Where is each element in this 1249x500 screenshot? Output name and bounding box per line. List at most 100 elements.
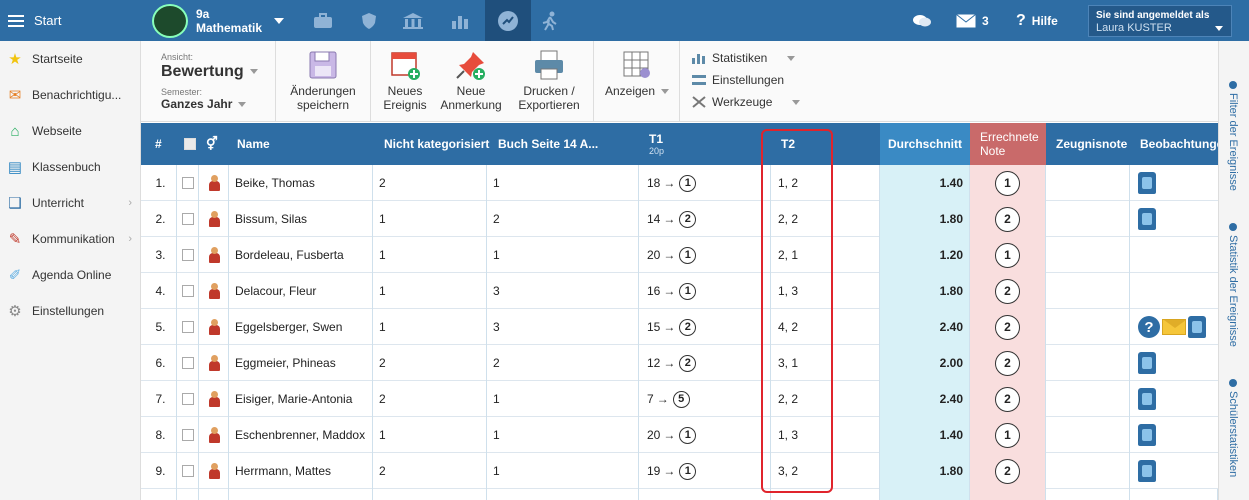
observation-icon[interactable] — [1138, 424, 1156, 446]
sidebar-item-startseite[interactable]: ★ Startseite — [0, 41, 140, 77]
grade-book-page[interactable]: 1 — [493, 248, 500, 262]
grade-book-page[interactable]: 3 — [493, 284, 500, 298]
view-dropdown[interactable]: Bewertung — [161, 63, 258, 81]
tab-event-statistics[interactable]: Statistik der Ereignisse — [1227, 223, 1239, 347]
grade-book-page[interactable]: 3 — [493, 320, 500, 334]
row-checkbox[interactable] — [181, 177, 194, 189]
grade-uncategorized[interactable]: 1 — [379, 248, 386, 262]
col-header-average[interactable]: Durchschnitt — [880, 123, 970, 165]
student-name[interactable]: Eggelsberger, Swen — [235, 320, 342, 334]
observation-icon[interactable] — [1138, 172, 1156, 194]
class-selector[interactable]: 9a Mathematik — [152, 4, 285, 38]
student-name[interactable]: Bissum, Silas — [235, 212, 307, 226]
observation-icon[interactable] — [1138, 208, 1156, 230]
grade-t1-cell[interactable]: 12 → 2 — [639, 345, 771, 381]
row-checkbox[interactable] — [181, 249, 194, 261]
envelope-icon[interactable] — [1162, 319, 1186, 335]
sidebar-item-benachrichtigu[interactable]: ✉ Benachrichtigu... — [0, 77, 140, 113]
briefcase-icon[interactable] — [300, 0, 346, 41]
grade-t1-cell[interactable]: 18 → 1 — [639, 165, 771, 201]
grade-t1-cell[interactable]: 19 → 1 — [639, 453, 771, 489]
sidebar-item-webseite[interactable]: ⌂ Webseite — [0, 113, 140, 149]
row-checkbox[interactable] — [181, 213, 194, 225]
student-name[interactable]: Beike, Thomas — [235, 176, 315, 190]
grade-t2[interactable]: 3, 1 — [778, 356, 798, 370]
row-checkbox[interactable] — [181, 357, 194, 369]
observation-icon[interactable] — [1138, 388, 1156, 410]
observation-icon[interactable] — [1138, 460, 1156, 482]
col-header-book-page[interactable]: Buch Seite 14 A... — [498, 123, 598, 165]
user-menu[interactable]: Sie sind angemeldet als Laura KUSTER — [1088, 5, 1232, 37]
grade-uncategorized[interactable]: 2 — [379, 356, 386, 370]
student-name[interactable]: Eschenbrenner, Maddox — [235, 428, 365, 442]
grades-icon[interactable] — [485, 0, 531, 41]
row-checkbox[interactable] — [181, 285, 194, 297]
student-name[interactable]: Eisiger, Marie-Antonia — [235, 392, 352, 406]
shield-icon[interactable] — [346, 0, 392, 41]
row-checkbox[interactable] — [181, 429, 194, 441]
col-header-calculated-grade[interactable]: Errechnete Note — [970, 123, 1046, 165]
grade-book-page[interactable]: 2 — [493, 212, 500, 226]
student-name[interactable]: Bordeleau, Fusberta — [235, 248, 344, 262]
grade-t2[interactable]: 4, 2 — [778, 320, 798, 334]
bank-icon[interactable] — [390, 0, 436, 41]
show-dropdown[interactable]: Anzeigen — [600, 49, 674, 98]
grade-t1-cell[interactable]: 20 → 1 — [639, 237, 771, 273]
sidebar-item-klassenbuch[interactable]: ▤ Klassenbuch — [0, 149, 140, 185]
grade-book-page[interactable]: 1 — [493, 392, 500, 406]
running-person-icon[interactable] — [527, 0, 573, 41]
student-name[interactable]: Eggmeier, Phineas — [235, 356, 336, 370]
grade-t2[interactable]: 2, 1 — [778, 248, 798, 262]
student-name[interactable]: Delacour, Fleur — [235, 284, 316, 298]
grade-t1-cell[interactable]: 15 → 2 — [639, 309, 771, 345]
grade-uncategorized[interactable]: 1 — [379, 320, 386, 334]
observation-icon[interactable] — [1138, 352, 1156, 374]
grade-uncategorized[interactable]: 1 — [379, 428, 386, 442]
grade-t2[interactable]: 1, 3 — [778, 428, 798, 442]
tab-student-statistics[interactable]: Schülerstatistiken — [1227, 379, 1239, 477]
grade-t1-cell[interactable]: 20 → 1 — [639, 417, 771, 453]
row-checkbox[interactable] — [181, 321, 194, 333]
new-event-button[interactable]: Neues Ereignis — [379, 49, 431, 112]
grade-book-page[interactable]: 2 — [493, 356, 500, 370]
col-header-report-grade[interactable]: Zeugnisnote — [1056, 123, 1127, 165]
col-header-name[interactable]: Name — [237, 123, 270, 165]
print-export-button[interactable]: Drucken / Exportieren — [511, 49, 587, 112]
start-menu-button[interactable]: Start — [0, 0, 140, 41]
tab-filter-events[interactable]: Filter der Ereignisse — [1227, 81, 1239, 191]
save-button[interactable]: Änderungen speichern — [288, 49, 358, 112]
grade-uncategorized[interactable]: 2 — [379, 392, 386, 406]
sidebar-item-unterricht[interactable]: ❑ Unterricht › — [0, 185, 140, 221]
col-header-t2[interactable]: T2 — [781, 123, 795, 165]
statistics-menu[interactable]: Statistiken — [692, 51, 796, 65]
grade-uncategorized[interactable]: 2 — [379, 464, 386, 478]
help-button[interactable]: ? Hilfe — [1016, 0, 1058, 41]
sidebar-item-einstellungen[interactable]: ⚙ Einstellungen — [0, 293, 140, 329]
observation-icon[interactable] — [1188, 316, 1206, 338]
select-all-checkbox[interactable] — [184, 123, 196, 165]
settings-menu[interactable]: Einstellungen — [692, 73, 784, 87]
grade-t2[interactable]: 3, 2 — [778, 464, 798, 478]
grade-t1-cell[interactable]: 16 → 1 — [639, 273, 771, 309]
grade-t2[interactable]: 2, 2 — [778, 392, 798, 406]
semester-dropdown[interactable]: Ganzes Jahr — [161, 97, 247, 111]
grade-book-page[interactable]: 1 — [493, 428, 500, 442]
new-note-button[interactable]: Neue Anmerkung — [439, 49, 503, 112]
messages-button[interactable]: 3 — [956, 0, 989, 41]
grade-t2[interactable]: 1, 2 — [778, 176, 798, 190]
col-header-t1[interactable]: T1 20p — [649, 123, 664, 165]
grade-uncategorized[interactable]: 1 — [379, 284, 386, 298]
col-header-observations[interactable]: Beobachtunge — [1140, 123, 1218, 165]
chat-button[interactable] — [912, 0, 932, 41]
row-checkbox[interactable] — [181, 465, 194, 477]
question-icon[interactable]: ? — [1138, 316, 1160, 338]
grade-t1-cell[interactable]: 14 → 2 — [639, 201, 771, 237]
sidebar-item-kommunikation[interactable]: ✎ Kommunikation › — [0, 221, 140, 257]
row-checkbox[interactable] — [181, 393, 194, 405]
col-header-uncategorized[interactable]: Nicht kategorisiert — [384, 123, 489, 165]
tools-menu[interactable]: Werkzeuge — [692, 95, 801, 109]
student-name[interactable]: Herrmann, Mattes — [235, 464, 331, 478]
grade-t1-cell[interactable]: 7 → 5 — [639, 381, 771, 417]
grade-uncategorized[interactable]: 2 — [379, 176, 386, 190]
grade-t2[interactable]: 2, 2 — [778, 212, 798, 226]
